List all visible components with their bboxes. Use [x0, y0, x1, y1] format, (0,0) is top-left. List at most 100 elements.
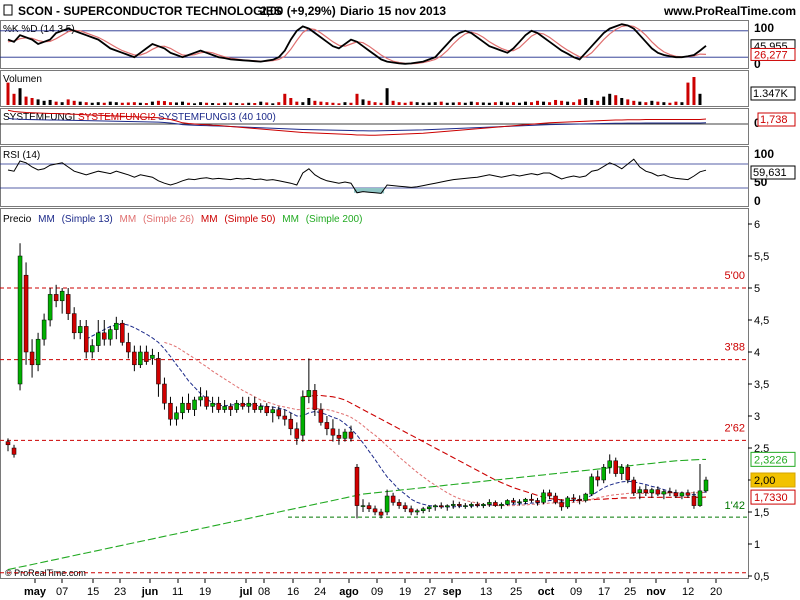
volume-bar: [475, 102, 479, 105]
candle: [589, 473, 594, 496]
level-label: 2'62: [725, 422, 745, 434]
stoch-tick-100: 100: [754, 21, 774, 35]
volume-bar: [30, 98, 34, 105]
x-tick-label: 08: [258, 586, 270, 598]
volume-bar: [168, 102, 172, 105]
volume-bar: [126, 102, 130, 105]
volume-bar: [283, 93, 287, 105]
volume-bar: [102, 102, 106, 105]
rsi-badge: 59,631: [750, 165, 796, 180]
stoch-d-line: [7, 24, 707, 65]
stoch-badge-text: 26,277: [754, 49, 788, 61]
volume-bar: [301, 102, 305, 105]
candle: [342, 428, 348, 442]
volume-bar: [162, 101, 166, 105]
candle: [198, 387, 203, 407]
candle: [360, 499, 366, 512]
volume-bar: [638, 101, 642, 105]
volume-bar: [78, 101, 82, 105]
volume-bar: [590, 99, 594, 105]
candle: [222, 400, 227, 413]
volume-bar: [96, 102, 100, 105]
volume-bar: [72, 100, 76, 105]
volume-bar: [331, 102, 335, 105]
volume-bar: [66, 99, 70, 105]
sf-badge: 1,738: [757, 112, 796, 127]
candle: [457, 501, 462, 509]
volume-bar: [530, 102, 533, 105]
volume-bar: [427, 102, 431, 105]
volume-bar: [343, 102, 347, 105]
volume-bar: [493, 102, 497, 105]
volume-bar: [397, 102, 401, 105]
candle: [511, 497, 516, 505]
volume-bar: [698, 93, 702, 105]
volume-badge-text: 1.347K: [753, 88, 789, 100]
volume-bar: [409, 101, 413, 105]
badge-text: 1,7330: [754, 492, 788, 504]
x-tick-label: may: [24, 586, 47, 598]
stock-chart: SCON - SUPERCONDUCTOR TECHNOLOGIES 2,00 …: [0, 4, 796, 598]
x-tick-label: 19: [199, 586, 211, 598]
candle: [571, 494, 576, 503]
candle: [384, 489, 390, 516]
candle: [432, 504, 438, 511]
candle: [234, 400, 239, 413]
symbol-title: SCON - SUPERCONDUCTOR TECHNOLOGIES: [18, 4, 282, 18]
volume-bars: 1.347K: [6, 77, 796, 105]
volume-bar: [355, 93, 359, 105]
volume-bar: [554, 99, 558, 105]
stoch-badge: 26,277: [750, 47, 796, 61]
x-tick-label: 25: [624, 586, 636, 598]
x-tick-label: 23: [114, 586, 126, 598]
volume-bar: [48, 99, 52, 105]
candle: [372, 505, 378, 516]
candle: [613, 457, 618, 477]
volume-bar: [379, 102, 383, 105]
candle: [126, 332, 131, 359]
candle: [414, 508, 420, 516]
volume-bar: [84, 102, 88, 105]
stoch-k-line: [7, 23, 707, 65]
x-tick-label: 15: [87, 586, 99, 598]
volume-bar: [247, 102, 251, 105]
candle: [396, 499, 402, 509]
volume-bar: [223, 102, 227, 105]
systemfungi-title-3: SYSTEMFUNGI3 (40 100): [158, 112, 276, 123]
volume-bar: [199, 102, 203, 105]
x-tick-label: 11: [172, 586, 183, 598]
candle: [108, 326, 113, 346]
candle: [324, 416, 330, 436]
candle: [541, 489, 546, 505]
candle: [366, 502, 372, 512]
volume-bar: [451, 102, 455, 105]
candle: [138, 345, 143, 368]
candle: [246, 396, 251, 413]
volume-bar: [650, 100, 654, 105]
volume-bar: [181, 101, 184, 105]
candle: [481, 503, 486, 509]
volume-bar: [217, 103, 221, 105]
value-badge: 2,3226: [750, 451, 796, 467]
badge-text: 2,00: [754, 475, 775, 487]
candle: [17, 243, 23, 391]
volume-badge: 1.347K: [750, 86, 796, 101]
volume-bar: [644, 102, 648, 105]
candle: [294, 422, 300, 445]
date-label: 15 nov 2013: [378, 4, 446, 18]
x-tick-label: 19: [399, 586, 411, 598]
x-tick-label: 12: [682, 586, 694, 598]
candle: [402, 502, 408, 512]
title-mm200-a: MM: [282, 214, 299, 225]
volume-bar: [608, 93, 612, 105]
volume-bar: [150, 101, 154, 105]
level-label: 5'00: [725, 270, 745, 282]
title-mm13-a: MM: [38, 214, 55, 225]
candle: [59, 288, 65, 314]
volume-bar: [235, 103, 239, 105]
price-levels: 5'00 3'88 2'62 1'42: [0, 270, 748, 574]
rsi-title: RSI (14): [3, 150, 40, 161]
y-tick-label: 4: [754, 347, 760, 359]
volume-bar: [421, 102, 425, 105]
volume-bar: [193, 103, 197, 105]
